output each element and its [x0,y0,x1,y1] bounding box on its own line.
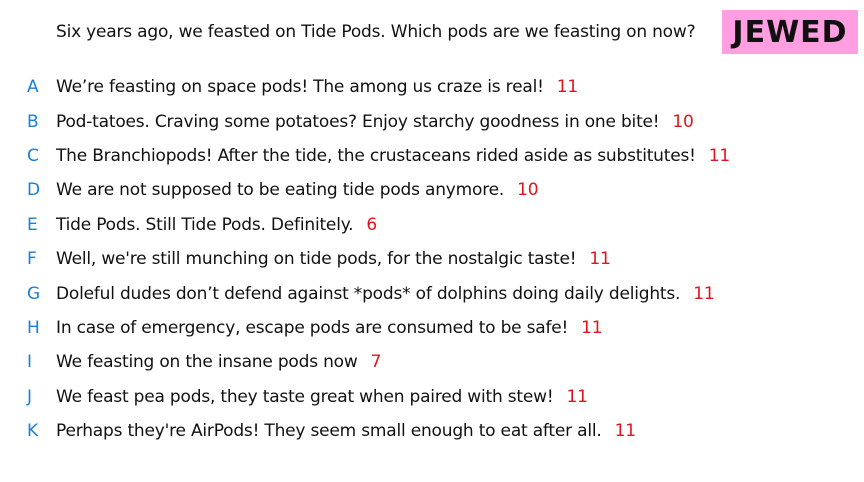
answer-row-b: B Pod-tatoes. Craving some potatoes? Enj… [0,104,864,138]
answer-row-a: A We’re feasting on space pods! The amon… [0,70,864,104]
answer-text-wrap: We’re feasting on space pods! The among … [56,77,578,97]
answer-row-g: G Doleful dudes don’t defend against *po… [0,276,864,310]
answer-score: 11 [708,145,730,166]
answer-row-d: D We are not supposed to be eating tide … [0,173,864,207]
answer-text: We feast pea pods, they taste great when… [56,386,554,407]
answer-row-j: J We feast pea pods, they taste great wh… [0,380,864,414]
answer-text-wrap: Pod-tatoes. Craving some potatoes? Enjoy… [56,112,694,132]
answer-text-wrap: Tide Pods. Still Tide Pods. Definitely. 6 [56,215,377,235]
answer-text: Pod-tatoes. Craving some potatoes? Enjoy… [56,111,660,132]
answer-letter: D [27,180,41,201]
answer-letter: A [27,77,39,98]
answer-text-wrap: The Branchiopods! After the tide, the cr… [56,146,730,166]
answer-letter: H [27,317,40,338]
answer-text-wrap: We are not supposed to be eating tide po… [56,180,539,201]
answer-row-f: F Well, we're still munching on tide pod… [0,242,864,276]
answer-score: 11 [589,249,611,270]
answer-letter: B [27,111,39,132]
answer-row-h: H In case of emergency, escape pods are … [0,311,864,345]
answer-text: Well, we're still munching on tide pods,… [56,249,577,270]
question-text: Six years ago, we feasted on Tide Pods. … [56,22,696,42]
answer-score: 10 [517,180,539,201]
answer-letter: I [27,352,33,373]
answer-score: 11 [556,77,578,98]
answer-text: We feasting on the insane pods now [56,352,358,373]
answer-text: We are not supposed to be eating tide po… [56,180,505,201]
answer-score: 10 [672,111,694,132]
answer-score: 7 [370,352,382,373]
answer-text-wrap: Perhaps they're AirPods! They seem small… [56,421,636,441]
answer-letter: C [27,145,39,166]
answer-row-k: K Perhaps they're AirPods! They seem sma… [0,414,864,448]
answer-score: 11 [566,386,588,407]
answer-list: A We’re feasting on space pods! The amon… [0,70,864,448]
answer-letter: E [27,214,38,235]
answer-text-wrap: We feast pea pods, they taste great when… [56,387,588,407]
answer-letter: J [27,386,33,407]
answer-row-c: C The Branchiopods! After the tide, the … [0,139,864,173]
answer-letter: G [27,283,41,304]
answer-text-wrap: We feasting on the insane pods now 7 [56,352,381,372]
answer-text: Perhaps they're AirPods! They seem small… [56,421,602,442]
result-badge: JEWED [722,10,858,54]
answer-score: 6 [366,214,377,235]
answer-text: Tide Pods. Still Tide Pods. Definitely. [56,214,354,235]
answer-text-wrap: Doleful dudes don’t defend against *pods… [56,284,715,304]
answer-row-e: E Tide Pods. Still Tide Pods. Definitely… [0,208,864,242]
answer-text-wrap: Well, we're still munching on tide pods,… [56,249,611,269]
answer-row-i: I We feasting on the insane pods now 7 [0,345,864,379]
answer-score: 11 [581,317,603,338]
answer-score: 11 [614,421,636,442]
answer-text: The Branchiopods! After the tide, the cr… [56,145,696,166]
answer-letter: K [27,421,39,442]
answer-text: Doleful dudes don’t defend against *pods… [56,283,681,304]
answer-text-wrap: In case of emergency, escape pods are co… [56,317,603,338]
answer-letter: F [27,249,37,270]
answer-text: In case of emergency, escape pods are co… [56,317,569,338]
answer-score: 11 [693,283,715,304]
answer-text: We’re feasting on space pods! The among … [56,77,544,98]
